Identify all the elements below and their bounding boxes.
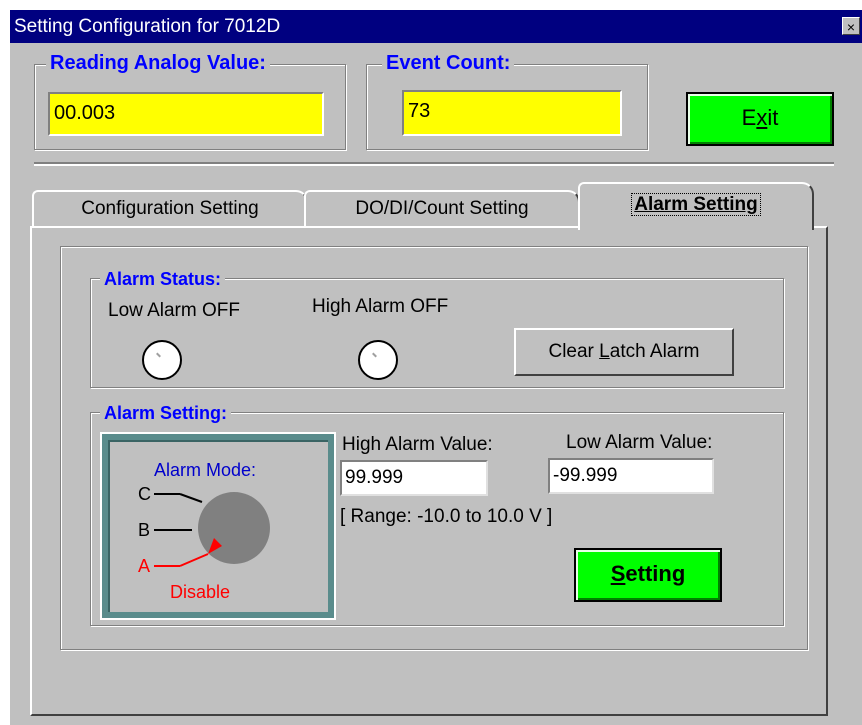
exit-label-pre: E [741, 105, 757, 130]
event-count-label: Event Count: [382, 52, 515, 74]
mode-option-a[interactable]: A [138, 556, 150, 577]
alarm-setting-label: Alarm Setting: [100, 402, 232, 424]
settings-window: Setting Configuration for 7012D × Readin… [8, 8, 862, 725]
tab-configuration-setting-label: Configuration Setting [81, 198, 259, 219]
event-count-field: 73 [402, 90, 622, 136]
clear-latch-label-pre: Clear [548, 341, 600, 362]
setting-label-post: etting [625, 561, 686, 586]
alarm-mode-dial-icon[interactable] [150, 480, 290, 590]
tab-do-di-count-setting[interactable]: DO/DI/Count Setting [304, 190, 580, 228]
low-alarm-led-icon [142, 340, 182, 380]
clear-latch-alarm-button[interactable]: Clear Latch Alarm [514, 328, 734, 376]
close-icon[interactable]: × [842, 17, 860, 35]
tab-configuration-setting[interactable]: Configuration Setting [32, 190, 308, 228]
reading-label: Reading Analog Value: [46, 52, 270, 74]
reading-value-field: 00.003 [48, 92, 324, 136]
high-alarm-value-label: High Alarm Value: [342, 434, 493, 455]
low-alarm-value-label: Low Alarm Value: [566, 432, 713, 453]
window-title: Setting Configuration for 7012D [14, 16, 281, 37]
mode-option-b[interactable]: B [138, 520, 150, 541]
high-alarm-led-icon [358, 340, 398, 380]
high-alarm-value-input[interactable]: 99.999 [340, 460, 488, 496]
title-bar: Setting Configuration for 7012D × [10, 10, 862, 43]
low-alarm-status-label: Low Alarm OFF [108, 300, 240, 321]
tab-alarm-setting[interactable]: Alarm Setting [578, 182, 814, 230]
high-alarm-status-label: High Alarm OFF [312, 296, 449, 317]
clear-latch-label-hotkey: L [599, 341, 610, 362]
alarm-mode-label: Alarm Mode: [154, 460, 257, 480]
exit-button[interactable]: Exit [684, 90, 836, 148]
exit-label-hotkey: x [756, 105, 768, 130]
exit-label-post: it [767, 105, 779, 130]
tab-alarm-setting-label: Alarm Setting [631, 193, 761, 216]
separator [34, 162, 834, 166]
alarm-mode-value: Disable [170, 582, 231, 602]
setting-label-hotkey: S [610, 561, 626, 586]
clear-latch-label-post: atch Alarm [609, 341, 700, 362]
range-hint: [ Range: -10.0 to 10.0 V ] [340, 506, 553, 527]
low-alarm-value-input[interactable]: -99.999 [548, 458, 714, 494]
tab-do-di-count-setting-label: DO/DI/Count Setting [355, 198, 529, 219]
setting-button[interactable]: Setting [572, 546, 724, 604]
alarm-status-label: Alarm Status: [100, 268, 226, 290]
